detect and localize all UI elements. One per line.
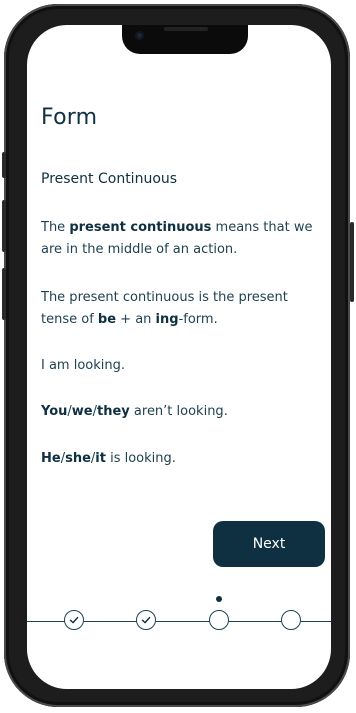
volume-down-button [2,268,6,320]
page-title: Form [41,105,98,130]
progress-step-3[interactable] [209,610,229,630]
camera-notch [122,25,248,54]
next-button[interactable]: Next [213,521,325,567]
front-camera-icon [135,31,144,40]
progress-step-2[interactable] [136,610,156,630]
example-sentence-3: He/she/it is looking. [41,451,176,466]
example-sentence-1: I am looking. [41,358,126,373]
explanation-paragraph-1: The present continuous means that we are… [41,220,313,257]
example-sentence-2: You/we/they aren’t looking. [41,404,228,419]
earpiece-speaker [164,27,208,31]
app-screen: Form Present Continuous The present cont… [27,25,331,689]
mute-switch [2,152,6,178]
explanation-paragraph-2: The present continuous is the present te… [41,290,288,327]
progress-step-1[interactable] [64,610,84,630]
progress-step-4[interactable] [281,610,301,630]
check-icon [141,616,151,624]
power-button [350,222,354,302]
volume-up-button [2,200,6,252]
current-step-indicator [216,596,222,602]
check-icon [69,616,79,624]
section-subtitle: Present Continuous [41,171,178,187]
